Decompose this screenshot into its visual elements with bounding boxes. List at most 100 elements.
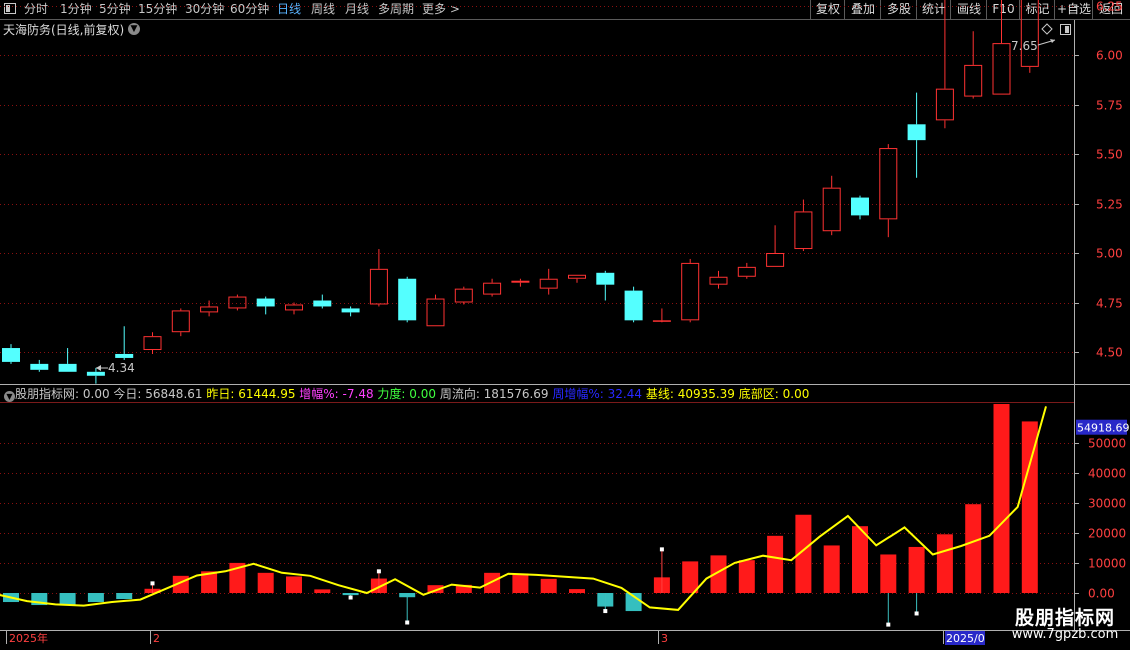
indicator-bar [738, 560, 755, 593]
watermark-logo: 股朋指标网 www.7gpzb.com [1006, 603, 1124, 645]
indicator-tick-label: 20000 [1088, 527, 1126, 541]
indicator-bar [540, 578, 557, 593]
candle-body [907, 124, 926, 141]
candle-body [681, 262, 700, 321]
candle [851, 195, 869, 220]
price-tick-label: 6.25 [1096, 0, 1123, 14]
candle [1020, 0, 1039, 73]
price-tick-label: 4.50 [1096, 346, 1123, 360]
candle [511, 278, 530, 287]
low-price-arrowhead [96, 365, 101, 371]
indicator-bar [965, 504, 982, 593]
indicator-bar [569, 589, 585, 593]
indicator-tick-label: 10000 [1088, 557, 1126, 571]
candle-body [596, 272, 615, 285]
candle [398, 276, 417, 323]
indicator-whisker-cap [376, 569, 381, 574]
high-price-label: 7.65 [1011, 39, 1038, 53]
indicator-name[interactable]: 股朋指标网 [15, 387, 75, 401]
candle-body [568, 274, 586, 279]
indicator-tick-label: 30000 [1088, 497, 1126, 511]
watermark-title: 股朋指标网 [1014, 607, 1115, 629]
candle-body [200, 306, 219, 313]
candle [426, 294, 445, 327]
candle [766, 225, 785, 267]
indicator-bar [823, 545, 840, 593]
candle-body [171, 310, 190, 333]
indicator-value-1: 今日: 56848.61 [109, 387, 203, 401]
candle-body [879, 148, 898, 220]
candle-body [115, 353, 134, 358]
indicator-bar [314, 589, 331, 593]
candle-body [511, 280, 530, 283]
grid-lines [0, 6, 1130, 631]
candle-body [964, 64, 983, 97]
indicator-tick-label: 50000 [1088, 437, 1126, 451]
indicator-value-6: 周增幅%: 32.44 [548, 387, 643, 401]
candle [58, 348, 77, 372]
indicator-values: : 0.00 今日: 56848.61 昨日: 61444.95 增幅%: -7… [75, 387, 809, 401]
indicator-whisker-cap [914, 611, 919, 616]
indicator-bar [87, 593, 104, 603]
indicator-bar [908, 546, 925, 593]
indicator-tick-label: 0.00 [1088, 587, 1115, 601]
indicator-menu-icon[interactable]: ▼ [4, 391, 15, 402]
date-label: 3 [661, 632, 668, 645]
candle [964, 31, 983, 99]
candle [596, 270, 615, 301]
candle-body [709, 276, 728, 285]
current-value-label: 54918.69 [1077, 422, 1130, 435]
candle-body [256, 298, 275, 307]
candle-body [737, 266, 756, 277]
candle-body [2, 348, 20, 362]
indicator-bar [852, 526, 868, 593]
date-label: 2025年 [9, 631, 48, 645]
indicator-bar [880, 554, 897, 593]
candle [737, 262, 756, 279]
candle [935, 0, 954, 129]
indicator-whisker-cap [603, 609, 608, 614]
indicator-tick-label: 40000 [1088, 467, 1126, 481]
candle-body [935, 88, 954, 121]
candle-body [652, 320, 671, 322]
candle [143, 332, 162, 354]
candle [709, 270, 728, 289]
candle [822, 175, 841, 236]
candle-body [794, 211, 813, 250]
indicator-bar [59, 593, 76, 606]
candle-body [228, 296, 247, 309]
candle-body [539, 278, 558, 289]
candle [313, 294, 332, 309]
indicator-series [0, 404, 1047, 627]
indicator-bar [767, 535, 784, 593]
candle [624, 286, 643, 323]
candle-body [341, 308, 360, 313]
candle-body [851, 197, 869, 216]
annotations: 7.65 4.34 [96, 23, 1071, 375]
indicator-value-7: 基线: 40935.39 [642, 387, 735, 401]
candle-body [426, 298, 445, 327]
indicator-value-4: 力度: 0.00 [373, 387, 436, 401]
indicator-value-5: 周流向: 181576.69 [436, 387, 549, 401]
indicator-value-3: 增幅%: -7.48 [295, 387, 374, 401]
candle-body [143, 336, 162, 351]
indicator-value-2: 昨日: 61444.95 [202, 387, 296, 401]
indicator-bar [286, 576, 302, 593]
diamond-icon [1041, 23, 1053, 35]
candlestick-series [2, 0, 1039, 384]
candle-body [285, 304, 303, 311]
candle [794, 199, 813, 252]
indicator-header: ▼ 股朋指标网: 0.00 今日: 56848.61 昨日: 61444.95 增… [0, 386, 809, 402]
candle [539, 268, 558, 295]
candle [454, 286, 473, 305]
low-price-label: 4.34 [108, 361, 135, 375]
chart-canvas[interactable]: 7.507.257.006.756.506.256.005.755.505.25… [0, 0, 1130, 650]
indicator-bar [257, 572, 274, 593]
indicator-whisker-cap [348, 595, 353, 600]
candle [879, 144, 898, 238]
price-tick-label: 4.75 [1096, 297, 1123, 311]
candle-body [369, 268, 388, 305]
candle-body [624, 290, 643, 321]
indicator-bar [993, 404, 1010, 593]
candle [992, 0, 1011, 95]
